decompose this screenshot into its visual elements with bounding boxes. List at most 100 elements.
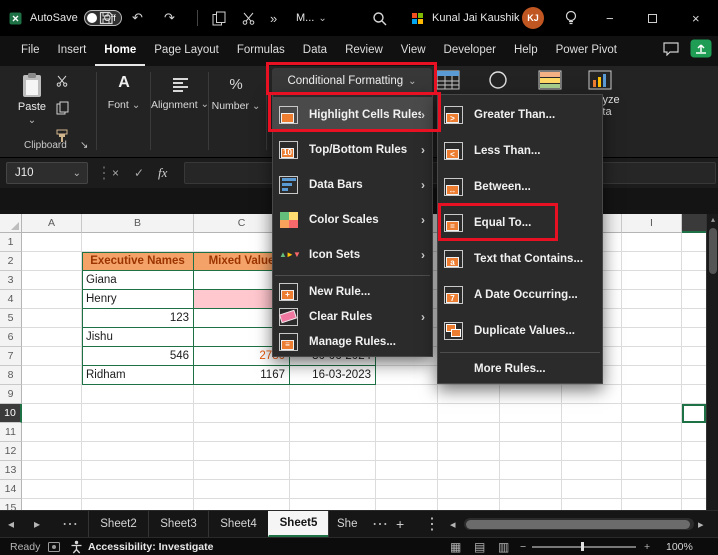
cell-C15[interactable] — [194, 499, 290, 510]
cell-A5[interactable] — [22, 309, 82, 328]
cell-I7[interactable] — [622, 347, 682, 366]
page-break-view-button[interactable]: ▥ — [498, 538, 509, 555]
cell-E11[interactable] — [376, 423, 438, 442]
sheet-tab-sheet3[interactable]: Sheet3 — [148, 511, 208, 537]
cell-A9[interactable] — [22, 385, 82, 404]
cell-A14[interactable] — [22, 480, 82, 499]
copy-button[interactable] — [212, 0, 226, 36]
font-group-button[interactable]: A Font⌄ — [102, 74, 146, 111]
minimize-button[interactable]: − — [606, 0, 614, 36]
cell-I13[interactable] — [622, 461, 682, 480]
hscroll-right-button[interactable]: ▸ — [698, 511, 704, 537]
cell-F10[interactable] — [438, 404, 500, 423]
horizontal-scrollbar-thumb[interactable] — [466, 520, 690, 529]
cell-I15[interactable] — [622, 499, 682, 510]
sheet-tab-sheet2[interactable]: Sheet2 — [88, 511, 148, 537]
cell-B13[interactable] — [82, 461, 194, 480]
tab-help[interactable]: Help — [505, 36, 547, 66]
cell-I5[interactable] — [622, 309, 682, 328]
tab-developer[interactable]: Developer — [435, 36, 505, 66]
cell-E14[interactable] — [376, 480, 438, 499]
cut-small-button[interactable] — [56, 74, 68, 92]
cell-A13[interactable] — [22, 461, 82, 480]
comments-button[interactable] — [662, 41, 680, 61]
alignment-group-button[interactable]: Alignment⌄ — [154, 74, 206, 111]
menu-item-less-than[interactable]: <Less Than... — [438, 133, 602, 169]
cell-C14[interactable] — [194, 480, 290, 499]
menu-item-text-that-contains[interactable]: aText that Contains... — [438, 241, 602, 277]
horizontal-scrollbar[interactable] — [464, 518, 694, 530]
cell-I8[interactable] — [622, 366, 682, 385]
cell-I2[interactable] — [622, 252, 682, 271]
cell-G14[interactable] — [500, 480, 562, 499]
vertical-scrollbar[interactable]: ▴ — [706, 214, 718, 510]
menu-item-top-bottom-rules[interactable]: 10Top/Bottom Rules› — [273, 132, 432, 167]
menu-item-greater-than[interactable]: >Greater Than... — [438, 97, 602, 133]
cell-I9[interactable] — [622, 385, 682, 404]
cell-B11[interactable] — [82, 423, 194, 442]
cell-E9[interactable] — [376, 385, 438, 404]
row-header-8[interactable]: 8 — [0, 366, 22, 385]
shapes-button[interactable] — [488, 70, 508, 90]
cell-E8[interactable] — [376, 366, 438, 385]
cell-D10[interactable] — [290, 404, 376, 423]
restore-button[interactable] — [648, 0, 657, 36]
insert-function-button[interactable]: fx — [158, 158, 167, 188]
row-header-7[interactable]: 7 — [0, 347, 22, 366]
tab-data[interactable]: Data — [294, 36, 336, 66]
row-header-13[interactable]: 13 — [0, 461, 22, 480]
menu-item-manage-rules[interactable]: ≡Manage Rules... — [273, 329, 432, 354]
cell-G10[interactable] — [500, 404, 562, 423]
paste-button[interactable]: Paste ⌄ — [12, 72, 52, 126]
normal-view-button[interactable]: ▦ — [450, 538, 461, 555]
row-header-15[interactable]: 15 — [0, 499, 22, 510]
row-header-14[interactable]: 14 — [0, 480, 22, 499]
menu-item-between[interactable]: ↔Between... — [438, 169, 602, 205]
tab-review[interactable]: Review — [336, 36, 392, 66]
cell-E12[interactable] — [376, 442, 438, 461]
cell-styles-button[interactable] — [538, 70, 562, 90]
cell-H10[interactable] — [562, 404, 622, 423]
search-button[interactable] — [372, 0, 387, 36]
tab-view[interactable]: View — [392, 36, 435, 66]
name-box[interactable]: J10 ⌄ — [6, 162, 88, 184]
cell-B1[interactable] — [82, 233, 194, 252]
enter-entry-button[interactable]: ✓ — [134, 158, 144, 188]
cell-E13[interactable] — [376, 461, 438, 480]
share-button[interactable] — [690, 39, 712, 63]
row-header-10[interactable]: 10 — [0, 404, 22, 423]
clipboard-dialog-launcher[interactable]: ↘ — [80, 140, 88, 151]
cell-F12[interactable] — [438, 442, 500, 461]
sheet-options-button[interactable]: ⋮ — [424, 511, 440, 537]
accessibility-status[interactable]: Accessibility: Investigate — [70, 538, 213, 555]
menu-item-duplicate-values[interactable]: Duplicate Values... — [438, 313, 602, 349]
cell-C8[interactable]: 1167 — [194, 366, 290, 385]
account-avatar[interactable]: KJ — [522, 0, 544, 36]
cell-B15[interactable] — [82, 499, 194, 510]
zoom-level[interactable]: 100% — [666, 538, 693, 555]
more-commands-button[interactable]: » — [270, 0, 277, 36]
zoom-slider-thumb[interactable] — [581, 542, 584, 551]
cell-B3[interactable]: Giana — [82, 271, 194, 290]
column-header-A[interactable]: A — [22, 214, 82, 233]
tab-home[interactable]: Home — [95, 36, 145, 66]
zoom-slider[interactable] — [532, 538, 636, 555]
zoom-out-button[interactable]: − — [520, 538, 526, 555]
cell-B4[interactable]: Henry — [82, 290, 194, 309]
menu-item-a-date-occurring[interactable]: 7A Date Occurring... — [438, 277, 602, 313]
sheet-nav-right-button[interactable]: ▸ — [34, 511, 40, 537]
cell-F9[interactable] — [438, 385, 500, 404]
cell-C9[interactable] — [194, 385, 290, 404]
cell-B2[interactable]: Executive Names — [82, 252, 194, 271]
column-header-I[interactable]: I — [622, 214, 682, 233]
cell-B10[interactable] — [82, 404, 194, 423]
tab-insert[interactable]: Insert — [49, 36, 96, 66]
cell-F13[interactable] — [438, 461, 500, 480]
cell-D12[interactable] — [290, 442, 376, 461]
cell-A2[interactable] — [22, 252, 82, 271]
cell-H9[interactable] — [562, 385, 622, 404]
sheet-list-more-left[interactable]: ⋯ — [62, 511, 78, 537]
column-header-B[interactable]: B — [82, 214, 194, 233]
cell-C10[interactable] — [194, 404, 290, 423]
cell-I14[interactable] — [622, 480, 682, 499]
